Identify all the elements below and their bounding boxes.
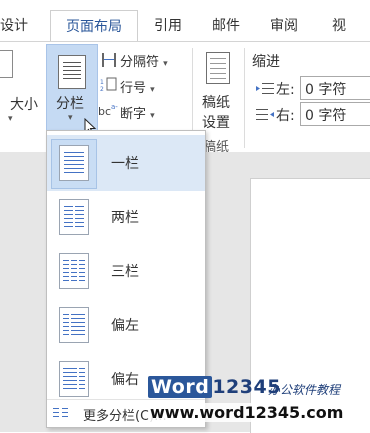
watermark-tagline: 办公软件教程 (268, 383, 341, 397)
line-numbers-label: 行号 (120, 81, 147, 96)
svg-text:bc: bc (98, 105, 111, 118)
line-numbers-icon: 1 2 (100, 77, 117, 92)
tab-design[interactable]: 设计 (0, 10, 34, 42)
hyphenation-button[interactable]: 断字 ▾ (120, 103, 155, 122)
menu-item-two-columns[interactable]: 两栏 (47, 189, 205, 245)
one-column-icon (59, 145, 89, 181)
indent-right-input[interactable]: 0 字符 (300, 102, 370, 126)
chevron-down-icon: ▾ (8, 114, 13, 124)
columns-icon (58, 55, 86, 89)
menu-item-left[interactable]: 偏左 (47, 297, 205, 353)
breaks-button[interactable]: 分隔符 ▾ (120, 51, 168, 70)
page-size-icon (0, 50, 13, 78)
indent-right-label: 右: (276, 108, 295, 124)
indent-left-input[interactable]: 0 字符 (300, 76, 370, 100)
svg-text:a-: a- (111, 103, 118, 111)
indent-left-value: 0 字符 (305, 82, 347, 98)
menu-item-three-columns[interactable]: 三栏 (47, 243, 205, 299)
hyphenation-label: 断字 (120, 107, 147, 122)
indent-group-label: 缩进 (252, 54, 280, 70)
indent-left-label: 左: (276, 82, 295, 98)
menu-item-label: 偏右 (111, 372, 139, 388)
tab-view[interactable]: 视 (322, 10, 370, 42)
menu-item-one-column[interactable]: 一栏 (47, 135, 205, 191)
two-columns-icon (59, 199, 89, 235)
manuscript-icon (206, 52, 230, 84)
group-separator (244, 48, 245, 148)
left-column-icon (59, 307, 89, 343)
menu-item-label: 一栏 (111, 156, 139, 172)
chevron-down-icon: ▾ (68, 113, 73, 123)
breaks-label: 分隔符 (120, 55, 160, 70)
indent-right-value: 0 字符 (305, 108, 347, 124)
indent-right-icon (256, 109, 274, 120)
manuscript-button-line2[interactable]: 设置 (202, 112, 230, 132)
more-columns-icon (53, 408, 68, 417)
right-column-icon (59, 361, 89, 397)
tab-page-layout[interactable]: 页面布局 (50, 10, 138, 43)
watermark-logo: Word 12345 办公软件教程 www.word12345.com (146, 376, 370, 432)
line-numbers-button[interactable]: 行号 ▾ (120, 77, 155, 96)
svg-text:1: 1 (100, 79, 104, 86)
three-columns-icon (59, 253, 89, 289)
watermark-brand-word: Word (148, 376, 213, 398)
breaks-icon (102, 53, 116, 67)
menu-item-label: 偏左 (111, 318, 139, 334)
size-button-label[interactable]: 大小 (10, 94, 38, 114)
indent-left-icon (256, 83, 274, 94)
menu-item-label: 三栏 (111, 264, 139, 280)
svg-text:2: 2 (100, 86, 104, 92)
ribbon-tab-bar: 设计 页面布局 引用 邮件 审阅 视 (0, 0, 370, 43)
hyphenation-icon: bc a- (98, 103, 118, 118)
columns-button-label: 分栏 (56, 96, 84, 112)
tab-mailings[interactable]: 邮件 (204, 10, 248, 42)
manuscript-button-line1[interactable]: 稿纸 (202, 92, 230, 112)
tab-review[interactable]: 审阅 (262, 10, 306, 42)
tab-references[interactable]: 引用 (146, 10, 190, 42)
menu-item-label: 两栏 (111, 210, 139, 226)
watermark-url: www.word12345.com (148, 403, 346, 422)
